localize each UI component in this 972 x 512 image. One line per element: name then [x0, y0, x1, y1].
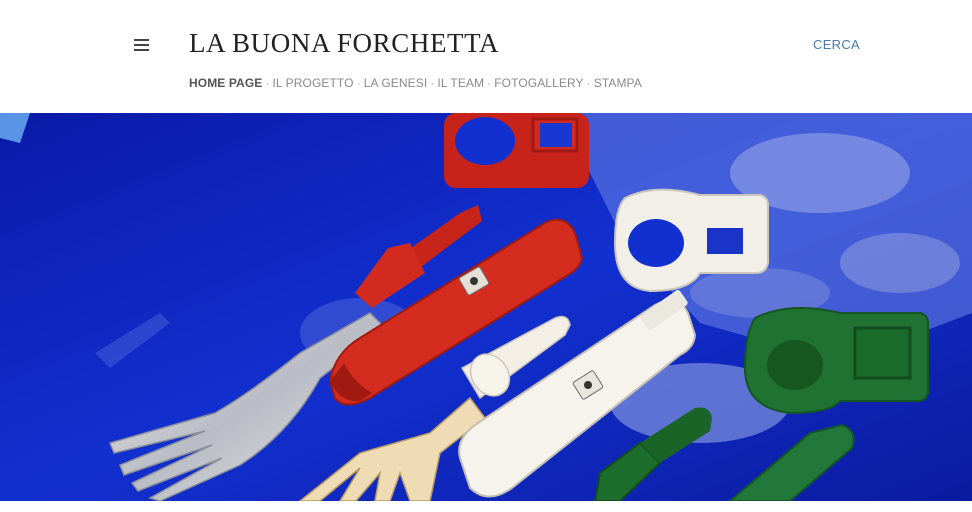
nav-item-stampa[interactable]: STAMPA: [594, 76, 642, 90]
site-title[interactable]: LA BUONA FORCHETTA: [189, 28, 499, 59]
hero-banner-image: [0, 113, 972, 501]
nav-item-il-team[interactable]: IL TEAM: [437, 76, 484, 90]
nav-item-home-page[interactable]: HOME PAGE: [189, 76, 262, 90]
nav-separator: ·: [586, 76, 591, 90]
bottom-whitespace: [0, 501, 972, 512]
red-ring-piece: [444, 113, 589, 188]
nav-item-il-progetto[interactable]: IL PROGETTO: [272, 76, 353, 90]
nav-separator: ·: [487, 76, 492, 90]
nav-separator: ·: [356, 76, 361, 90]
main-navigation: HOME PAGE · IL PROGETTO · LA GENESI · IL TEAM ·…: [189, 76, 642, 90]
site-header: LA BUONA FORCHETTA CERCA HOME PAGE · IL PR…: [0, 0, 972, 113]
nav-separator: ·: [430, 76, 435, 90]
search-link[interactable]: CERCA: [813, 37, 860, 52]
nav-item-la-genesi[interactable]: LA GENESI: [364, 76, 428, 90]
green-ring-piece: [743, 307, 929, 415]
nav-separator: ·: [265, 76, 270, 90]
hamburger-menu-icon[interactable]: [134, 38, 150, 52]
nav-item-fotogallery[interactable]: FOTOGALLERY: [494, 76, 583, 90]
